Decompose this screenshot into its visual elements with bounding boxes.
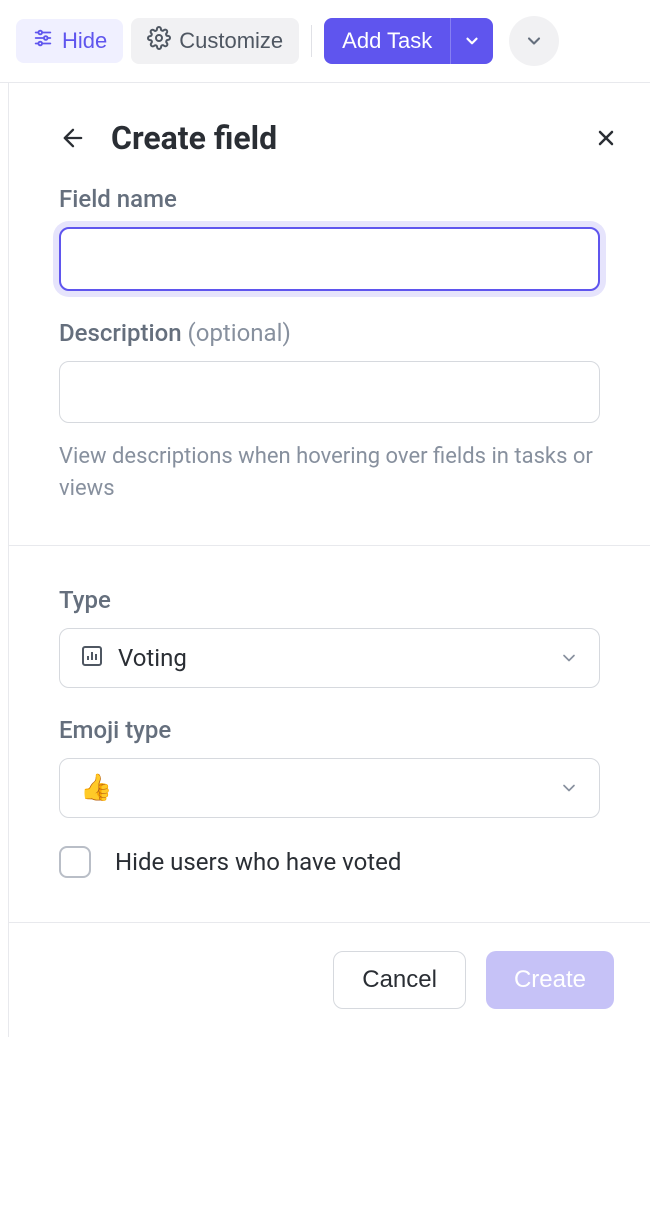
type-label: Type <box>59 586 600 614</box>
gear-icon <box>147 26 171 56</box>
customize-button[interactable]: Customize <box>131 18 299 64</box>
hide-button[interactable]: Hide <box>16 19 123 63</box>
emoji-type-label: Emoji type <box>59 716 600 744</box>
add-task-button[interactable]: Add Task <box>324 18 450 64</box>
type-section: Type Voting Emoji type <box>9 546 650 922</box>
chevron-down-icon <box>559 778 579 798</box>
customize-label: Customize <box>179 28 283 54</box>
create-button[interactable]: Create <box>486 951 614 1009</box>
toolbar-divider <box>311 25 312 57</box>
back-button[interactable] <box>59 124 87 152</box>
hide-voters-label: Hide users who have voted <box>115 848 401 876</box>
type-select[interactable]: Voting <box>59 628 600 688</box>
more-options-button[interactable] <box>509 16 559 66</box>
field-name-section: Field name Description (optional) View d… <box>9 185 650 545</box>
cancel-button[interactable]: Cancel <box>333 951 466 1009</box>
description-label: Description (optional) <box>59 319 600 347</box>
description-helper: View descriptions when hovering over fie… <box>59 441 600 505</box>
hide-voters-checkbox[interactable] <box>59 846 91 878</box>
chevron-down-icon <box>559 648 579 668</box>
description-input[interactable] <box>59 361 600 423</box>
type-value: Voting <box>118 644 187 672</box>
panel-title: Create field <box>111 119 570 157</box>
field-name-input[interactable] <box>59 227 600 291</box>
sliders-icon <box>32 27 54 55</box>
create-field-panel: Create field Field name Description (opt… <box>8 83 650 1037</box>
close-button[interactable] <box>594 126 618 150</box>
add-task-dropdown[interactable] <box>450 18 493 64</box>
panel-header: Create field <box>9 83 650 185</box>
chevron-down-icon <box>524 31 544 51</box>
arrow-left-icon <box>59 124 87 152</box>
hide-voters-row: Hide users who have voted <box>59 846 600 878</box>
chevron-down-icon <box>463 32 481 50</box>
footer: Cancel Create <box>9 923 650 1037</box>
toolbar: Hide Customize Add Task <box>0 0 650 83</box>
field-name-label: Field name <box>59 185 600 213</box>
hide-label: Hide <box>62 28 107 54</box>
voting-icon <box>80 644 104 672</box>
add-task-group: Add Task <box>324 18 493 64</box>
close-icon <box>594 126 618 150</box>
emoji-value: 👍 <box>80 773 112 803</box>
emoji-type-select[interactable]: 👍 <box>59 758 600 818</box>
